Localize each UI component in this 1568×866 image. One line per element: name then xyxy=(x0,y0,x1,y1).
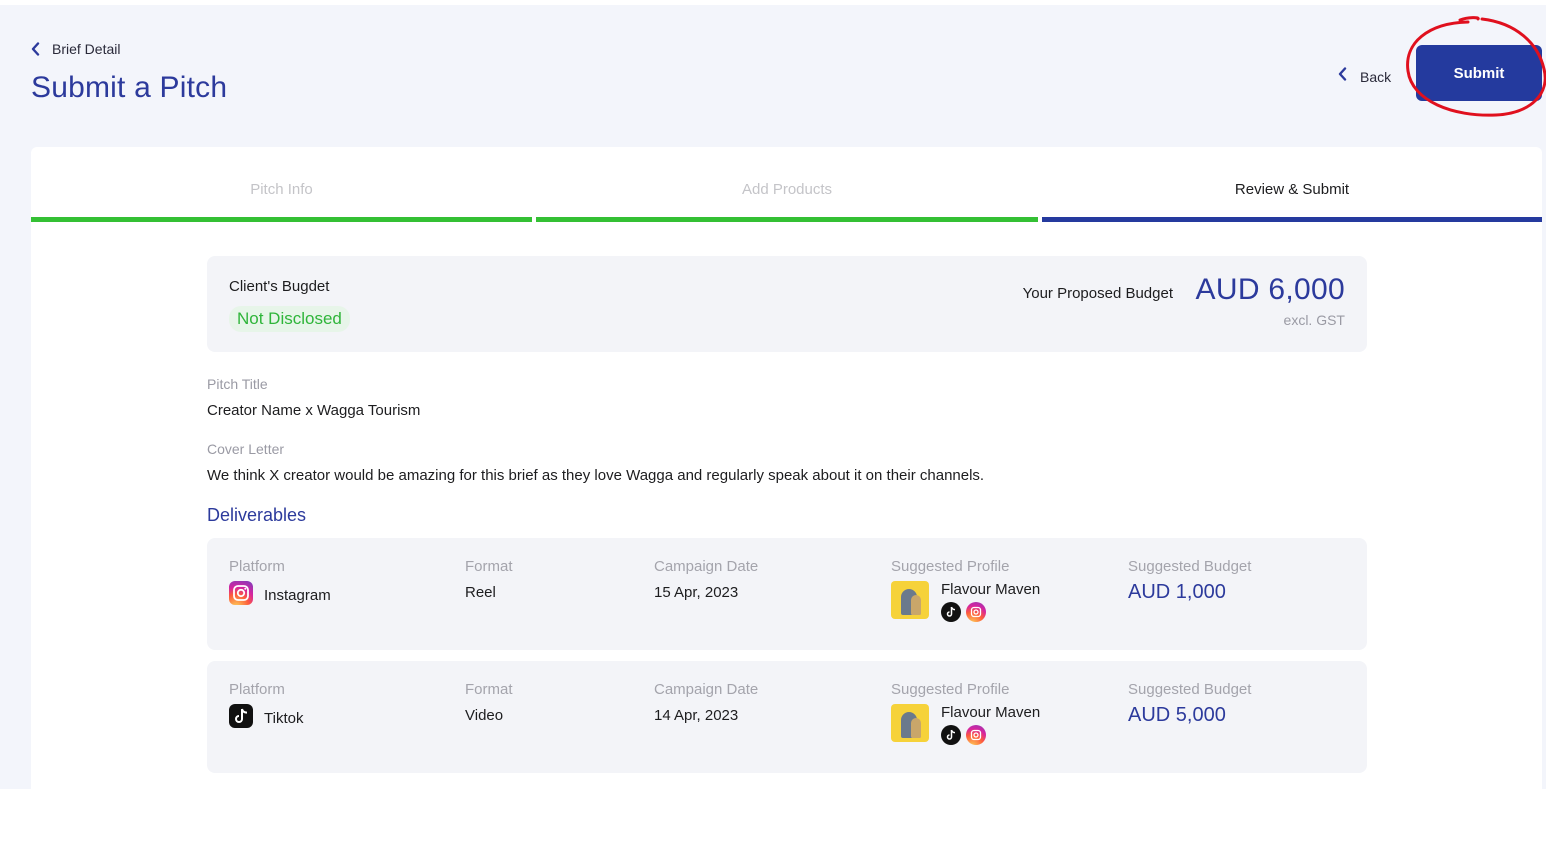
suggested-profile-cell: Suggested Profile Flavour Maven xyxy=(891,681,1040,745)
instagram-icon[interactable] xyxy=(966,725,986,745)
deliverable-row: Platform Tiktok Format Video Campaign Da… xyxy=(207,661,1367,773)
step-review-submit[interactable]: Review & Submit xyxy=(1042,147,1542,223)
campaign-date-label: Campaign Date xyxy=(654,558,759,575)
suggested-budget-label: Suggested Budget xyxy=(1128,558,1252,575)
platform-cell: Platform Tiktok xyxy=(229,681,303,733)
chevron-left-icon xyxy=(31,42,40,56)
suggested-profile-label: Suggested Profile xyxy=(891,681,1010,698)
cover-letter-label: Cover Letter xyxy=(207,441,285,457)
tiktok-icon[interactable] xyxy=(941,725,961,745)
app-window: Brief Detail Submit a Pitch Back Submit … xyxy=(0,5,1546,789)
suggested-budget-value: AUD 5,000 xyxy=(1128,704,1226,726)
deliverables-heading: Deliverables xyxy=(207,505,307,525)
proposed-budget-value: AUD 6,000 xyxy=(1195,273,1345,306)
format-label: Format xyxy=(465,558,513,575)
suggested-budget-cell: Suggested Budget AUD 5,000 xyxy=(1128,681,1251,727)
campaign-date-label: Campaign Date xyxy=(654,681,759,698)
profile-name[interactable]: Flavour Maven xyxy=(941,704,1040,721)
platform-value: Instagram xyxy=(264,587,331,604)
suggested-profile-label: Suggested Profile xyxy=(891,558,1010,575)
campaign-date-value: 14 Apr, 2023 xyxy=(654,707,739,724)
step-tabs: Pitch Info Add Products Review & Submit xyxy=(31,147,1542,223)
deliverable-row: Platform Instagram Format Reel Campaign … xyxy=(207,538,1367,650)
suggested-budget-cell: Suggested Budget AUD 1,000 xyxy=(1128,558,1251,604)
format-value: Reel xyxy=(465,584,496,601)
step-progress-bar xyxy=(536,217,1038,222)
proposed-budget-label: Your Proposed Budget xyxy=(1022,285,1173,302)
step-pitch-info[interactable]: Pitch Info xyxy=(31,147,532,223)
step-progress-bar xyxy=(31,217,532,222)
client-budget-badge: Not Disclosed xyxy=(229,306,350,332)
step-label: Review & Submit xyxy=(1234,181,1350,198)
suggested-profile-cell: Suggested Profile Flavour Maven xyxy=(891,558,1040,622)
client-budget-label: Client's Bugdet xyxy=(229,278,330,295)
format-label: Format xyxy=(465,681,513,698)
suggested-budget-value: AUD 1,000 xyxy=(1128,581,1226,603)
breadcrumb-label: Brief Detail xyxy=(52,41,121,57)
campaign-date-cell: Campaign Date 14 Apr, 2023 xyxy=(654,681,758,724)
suggested-budget-label: Suggested Budget xyxy=(1128,681,1252,698)
breadcrumb[interactable]: Brief Detail xyxy=(31,41,120,57)
step-label: Add Products xyxy=(741,181,833,198)
pitch-title-value: Creator Name x Wagga Tourism xyxy=(207,402,421,419)
page-title: Submit a Pitch xyxy=(31,71,228,104)
platform-label: Platform xyxy=(229,558,285,575)
format-cell: Format Video xyxy=(465,681,513,724)
platform-cell: Platform Instagram xyxy=(229,558,331,610)
step-label: Pitch Info xyxy=(250,181,313,198)
step-progress-bar xyxy=(1042,217,1542,222)
campaign-date-value: 15 Apr, 2023 xyxy=(654,584,739,601)
profile-name[interactable]: Flavour Maven xyxy=(941,581,1040,598)
chevron-left-icon xyxy=(1338,67,1347,86)
back-label: Back xyxy=(1360,68,1392,85)
platform-label: Platform xyxy=(229,681,285,698)
avatar[interactable] xyxy=(891,581,929,619)
instagram-icon[interactable] xyxy=(966,602,986,622)
format-cell: Format Reel xyxy=(465,558,513,601)
back-button[interactable]: Back xyxy=(1338,67,1391,86)
pitch-card: Pitch Info Add Products Review & Submit … xyxy=(31,147,1542,789)
platform-value: Tiktok xyxy=(264,710,304,727)
step-add-products[interactable]: Add Products xyxy=(536,147,1038,223)
budget-summary: Client's Bugdet Not Disclosed Your Propo… xyxy=(207,256,1367,352)
tiktok-icon xyxy=(229,704,253,733)
pitch-title-label: Pitch Title xyxy=(207,376,268,392)
tiktok-icon[interactable] xyxy=(941,602,961,622)
campaign-date-cell: Campaign Date 15 Apr, 2023 xyxy=(654,558,758,601)
submit-button[interactable]: Submit xyxy=(1416,45,1542,101)
format-value: Video xyxy=(465,707,504,724)
cover-letter-value: We think X creator would be amazing for … xyxy=(207,467,985,484)
avatar[interactable] xyxy=(891,704,929,742)
instagram-icon xyxy=(229,581,253,610)
gst-note: excl. GST xyxy=(1283,312,1345,328)
